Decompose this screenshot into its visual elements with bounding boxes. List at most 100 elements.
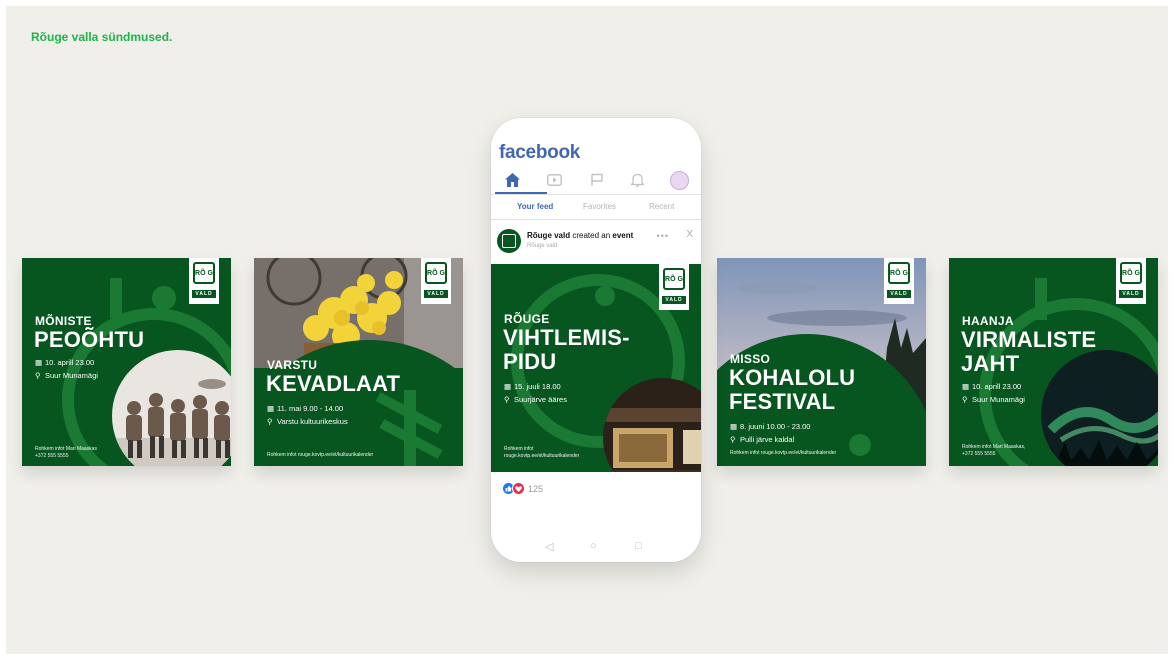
poster-place: ⚲ Suur Munamägi [35,369,98,382]
poster-footer: Rohkem infot rouge.kovtp.ee/et/kultuurik… [267,452,373,459]
tab-favorites[interactable]: Favorites [583,202,616,211]
poster-title-line: KOHALOLU [729,365,856,390]
logo-word: VALD [192,290,216,298]
poster-date-text: 15. juuli 18.00 [514,382,561,391]
decor-tree [404,390,416,466]
poster-place: ⚲ Pulli järve kaldal [730,433,810,446]
calendar-icon: ▦ [730,422,738,431]
poster-footer: Rohkem infot rouge.kovtp.ee/et/kultuurik… [504,446,579,460]
recents-icon[interactable]: □ [635,540,642,552]
logo-word: VALD [424,290,448,298]
calendar-icon: ▦ [267,404,275,413]
poster-footer: Rohkem infot Mari Maaskas +372 555 5555 [35,446,97,460]
poster-place-text: Suur Munamägi [972,395,1025,404]
poster-meta: ▦ 10. aprill 23.00 ⚲ Suur Munamägi [962,380,1025,406]
video-icon[interactable] [544,170,564,190]
logo-word: VALD [662,296,686,304]
poster-date: ▦ 11. mai 9.00 - 14.00 [267,402,348,415]
back-icon[interactable]: ◁ [545,540,553,553]
poster-place-text: Suurjärve ääres [514,395,567,404]
poster-title: KEVADLAAT [266,372,400,396]
logo-mark: RÕ G [888,262,910,284]
decor-dot [849,434,871,456]
decor-bar [1035,278,1047,320]
poster-place-text: Suur Munamägi [45,371,98,380]
flag-icon[interactable] [587,170,607,190]
page-avatar[interactable] [497,229,521,253]
poster-meta: ▦ 10. aprill 23.00 ⚲ Suur Munamägi [35,356,98,382]
pin-icon: ⚲ [35,371,41,380]
tab-recent[interactable]: Recent [649,202,674,211]
decor-dot [595,286,615,306]
poster-title-line: PIDU [503,349,557,374]
poster-title: VIRMALISTE JAHT [961,328,1096,376]
rouge-vald-logo: RÕ G VALD [189,258,219,304]
poster-date-text: 10. aprill 23.00 [972,382,1022,391]
close-icon[interactable]: X [686,229,693,240]
poster-footer-line: Rohkem infot Mari Maaskas [35,446,97,452]
page-title: Rõuge valla sündmused. [31,30,173,44]
poster-meta: ▦ 11. mai 9.00 - 14.00 ⚲ Varstu kultuurike… [267,402,348,428]
rouge-vald-logo: RÕ G VALD [421,258,451,304]
facebook-nav [491,170,701,192]
poster-footer: Rohkem infot rouge.kovtp.ee/et/kultuurik… [730,450,836,457]
post-headline: Rõuge vald created an event [527,231,633,240]
poster-title-line: KEVADLAAT [266,371,401,396]
poster-footer-line: rouge.kovtp.ee/et/kultuurikalender [504,453,580,459]
logo-mark: RÕ G [1120,262,1142,284]
logo-mark: RÕ G [193,262,215,284]
avatar[interactable] [669,170,689,190]
logo-word: VALD [887,290,911,298]
poster-virmaliste-jaht[interactable]: RÕ G VALD HAANJA VIRMALISTE JAHT ▦ 10. ap… [949,258,1158,466]
poster-title: KOHALOLU FESTIVAL [729,366,855,414]
home-icon[interactable] [502,170,522,190]
post-action-object[interactable]: event [612,231,633,240]
poster-place-text: Pulli järve kaldal [740,435,795,444]
poster-date: ▦ 10. aprill 23.00 [35,356,98,369]
tab-your-feed[interactable]: Your feed [517,202,553,211]
poster-title: VIHTLEMIS- PIDU [503,326,630,374]
logo-mark: RÕ G [425,262,447,284]
poster-location: RÕUGE [504,312,550,326]
poster-location: HAANJA [962,314,1014,328]
poster-title-line: VIRMALISTE [961,327,1097,352]
decor-dot [152,286,176,310]
poster-title-line: VIHTLEMIS- [503,325,630,350]
pin-icon: ⚲ [962,395,968,404]
poster-meta: ▦ 8. juuni 10.00 - 23.00 ⚲ Pulli järve kal… [730,420,810,446]
poster-kohalolu-festival[interactable]: RÕ G VALD MISSO KOHALOLU FESTIVAL ▦ 8. ju… [717,258,926,466]
poster-footer-line: Rohkem infot [504,446,534,452]
poster-meta: ▦ 15. juuli 18.00 ⚲ Suurjärve ääres [504,380,567,406]
reactions-bar[interactable]: 125 [503,482,543,495]
heart-icon [512,482,525,495]
rouge-vald-logo: RÕ G VALD [659,264,689,310]
poster-place: ⚲ Suur Munamägi [962,393,1025,406]
logo-word: VALD [1119,290,1143,298]
poster-title-line: FESTIVAL [729,389,836,414]
poster-location: MISSO [730,352,771,366]
more-options-icon[interactable]: ••• [657,231,669,241]
pin-icon: ⚲ [267,417,273,426]
decor-bar [110,278,122,318]
post-action: created an [570,231,613,240]
poster-date-text: 8. juuni 10.00 - 23.00 [740,422,811,431]
bell-icon[interactable] [627,170,647,190]
poster-title-line: JAHT [961,351,1020,376]
pin-icon: ⚲ [730,435,736,444]
poster-peoohtu[interactable]: RÕ G VALD MÕNISTE PEOÕHTU ▦ 10. aprill 23… [22,258,231,466]
poster-date: ▦ 15. juuli 18.00 [504,380,567,393]
poster-location: VARSTU [267,358,318,372]
poster-kevadlaat[interactable]: RÕ G VALD VARSTU KEVADLAAT ▦ 11. mai 9.00… [254,258,463,466]
logo-mark: RÕ G [663,268,685,290]
reaction-count: 125 [528,483,544,494]
poster-vihtlemispidu[interactable]: RÕ G VALD RÕUGE VIHTLEMIS- PIDU ▦ 15. juu… [491,264,701,472]
rouge-vald-logo: RÕ G VALD [884,258,914,304]
poster-title-line: PEOÕHTU [34,327,145,352]
post-header: Rõuge vald created an event Rõuge vald •… [497,228,697,256]
poster-date-text: 11. mai 9.00 - 14.00 [277,404,344,413]
poster-date: ▦ 10. aprill 23.00 [962,380,1025,393]
home-button-icon[interactable]: ○ [590,540,597,552]
calendar-icon: ▦ [35,358,43,367]
post-author[interactable]: Rõuge vald [527,231,570,240]
poster-title: PEOÕHTU [34,328,144,352]
